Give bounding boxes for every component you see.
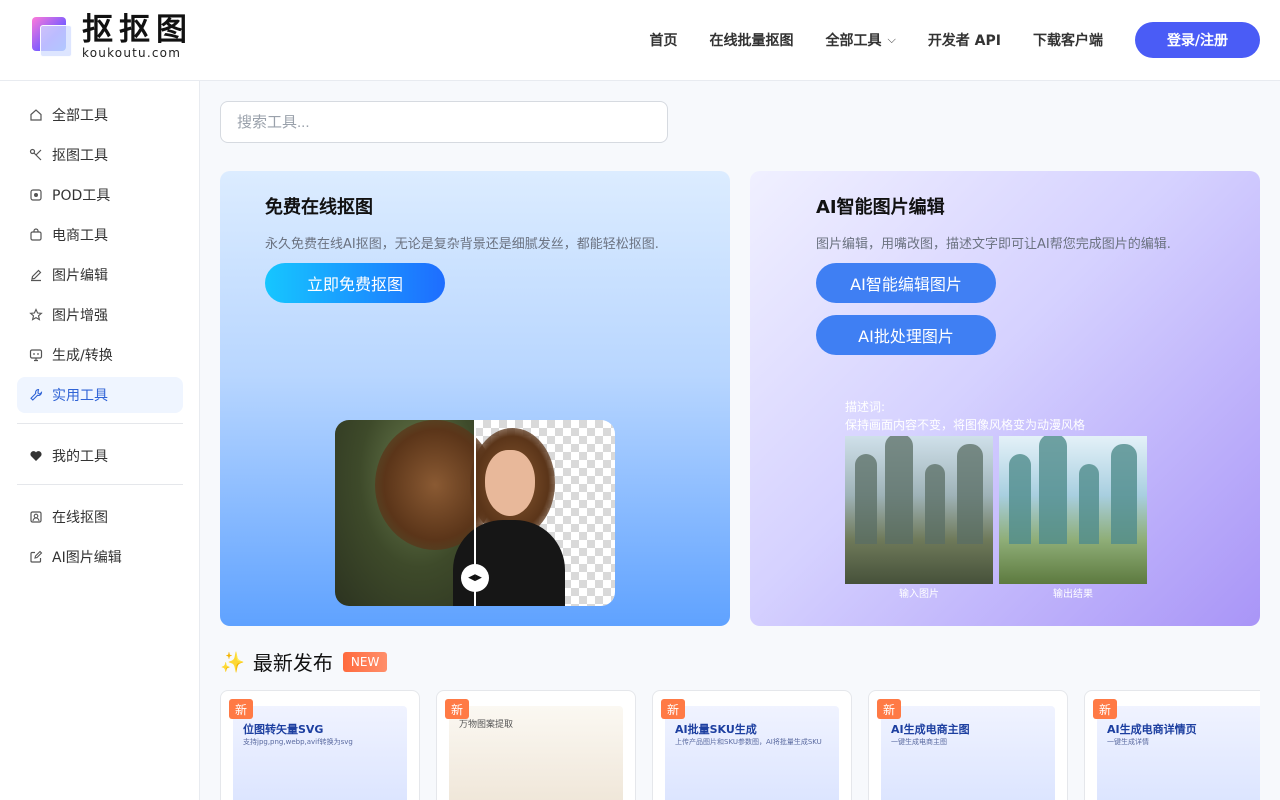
ai-batch-process-button[interactable]: AI批处理图片 — [816, 315, 996, 355]
home-icon — [28, 107, 44, 123]
nav-batch-cutout[interactable]: 在线批量抠图 — [709, 22, 793, 58]
new-badge: 新 — [1093, 699, 1117, 719]
scissors-icon — [28, 147, 44, 163]
nav-download-client-label: 下载客户端 — [1033, 33, 1103, 49]
tool-card-bitmap-to-svg[interactable]: 新 位图转矢量SVG 支持jpg,png,webp,avif转换为svg — [220, 690, 420, 800]
tool-card-title: AI生成电商详情页 — [1107, 723, 1197, 736]
sidebar-item-cutout-tools[interactable]: 抠图工具 — [17, 137, 183, 173]
sidebar-item-label: AI图片编辑 — [52, 550, 122, 566]
prompt-content: 保持画面内容不变，将图像风格变为动漫风格 — [845, 418, 1086, 432]
tool-card-subtitle: 一键生成详情 — [1107, 738, 1149, 746]
sidebar-item-my-tools[interactable]: 我的工具 — [17, 438, 183, 474]
tool-card-subtitle: 一键生成电商主图 — [891, 738, 947, 746]
sidebar-item-pod-tools[interactable]: POD工具 — [17, 177, 183, 213]
sidebar-item-label: 抠图工具 — [52, 148, 108, 164]
nav-all-tools[interactable]: 全部工具 ⌵ — [825, 22, 895, 58]
login-register-button[interactable]: 登录/注册 — [1135, 22, 1260, 58]
sidebar-item-label: 图片编辑 — [52, 268, 108, 284]
sidebar-item-all-tools[interactable]: 全部工具 — [17, 97, 183, 133]
latest-tools-row: 新 位图转矢量SVG 支持jpg,png,webp,avif转换为svg 新 万… — [220, 690, 1260, 800]
edit-square-icon — [28, 549, 44, 565]
portrait-icon — [28, 509, 44, 525]
sidebar: 全部工具 抠图工具 POD工具 电商工具 图片编辑 图片增强 生成/转换 实用工… — [0, 81, 200, 800]
top-header: 抠抠图 koukoutu.com 首页 在线批量抠图 全部工具 ⌵ 开发者 API… — [0, 0, 1280, 81]
sparkle-icon: ✨ — [220, 649, 245, 674]
tool-card-subtitle: 上传产品图片和SKU参数图，AI将批量生成SKU — [675, 738, 822, 746]
star-icon — [28, 307, 44, 323]
tool-card-subtitle: 支持jpg,png,webp,avif转换为svg — [243, 738, 353, 746]
sidebar-item-label: 我的工具 — [52, 449, 108, 465]
new-badge: 新 — [661, 699, 685, 719]
pencil-icon — [28, 267, 44, 283]
new-badge: 新 — [877, 699, 901, 719]
sidebar-item-label: POD工具 — [52, 188, 111, 204]
compare-slider-handle[interactable]: ◀▶ — [461, 564, 489, 592]
shopping-bag-icon — [28, 227, 44, 243]
chevron-down-icon: ⌵ — [887, 33, 896, 46]
sidebar-divider — [17, 423, 183, 424]
sidebar-item-label: 电商工具 — [52, 228, 108, 244]
tool-card-pattern-extract[interactable]: 新 万物图案提取 — [436, 690, 636, 800]
sidebar-item-image-enhance[interactable]: 图片增强 — [17, 297, 183, 333]
nav-batch-cutout-label: 在线批量抠图 — [709, 33, 794, 49]
sidebar-link-ai-image-edit[interactable]: AI图片编辑 — [17, 539, 183, 575]
prompt-title: 描述词: — [845, 400, 886, 414]
logo-domain: koukoutu.com — [82, 46, 182, 60]
ai-edit-title: AI智能图片编辑 — [816, 197, 945, 218]
sidebar-item-ecommerce-tools[interactable]: 电商工具 — [17, 217, 183, 253]
latest-release-title: 最新发布 — [252, 651, 333, 675]
sidebar-divider — [17, 484, 183, 485]
ai-edit-card: AI智能图片编辑 图片编辑，用嘴改图，描述文字即可让AI帮您完成图片的编辑. A… — [750, 171, 1260, 626]
monitor-icon — [28, 347, 44, 363]
heart-icon — [28, 448, 44, 464]
portrait-face — [485, 450, 535, 516]
cutout-compare-image: ◀▶ — [335, 420, 615, 606]
sidebar-link-online-cutout[interactable]: 在线抠图 — [17, 499, 183, 535]
sidebar-item-utility-tools[interactable]: 实用工具 — [17, 377, 183, 413]
tool-card-ai-ecommerce-detail[interactable]: 新 AI生成电商详情页 一键生成详情 — [1084, 690, 1260, 800]
sidebar-item-label: 生成/转换 — [52, 348, 113, 364]
new-badge: 新 — [445, 699, 469, 719]
ai-smart-edit-button[interactable]: AI智能编辑图片 — [816, 263, 996, 303]
free-cutout-description: 永久免费在线AI抠图，无论是复杂背景还是细腻发丝，都能轻松抠图. — [265, 237, 659, 252]
sidebar-item-generate-convert[interactable]: 生成/转换 — [17, 337, 183, 373]
new-badge: NEW — [342, 651, 388, 672]
tool-card-title: 万物图案提取 — [459, 720, 514, 730]
tool-card-title: AI生成电商主图 — [891, 723, 970, 736]
output-image-caption: 输出结果 — [1053, 589, 1093, 600]
sidebar-item-label: 实用工具 — [52, 388, 108, 404]
logo-icon — [32, 17, 72, 57]
tool-card-title: AI批量SKU生成 — [675, 723, 757, 736]
nav-download-client[interactable]: 下载客户端 — [1033, 22, 1103, 58]
free-cutout-title: 免费在线抠图 — [265, 197, 373, 218]
prompt-text: 描述词: 保持画面内容不变，将图像风格变为动漫风格 — [845, 398, 1085, 434]
sidebar-item-label: 图片增强 — [52, 308, 108, 324]
free-cutout-card: 免费在线抠图 永久免费在线AI抠图，无论是复杂背景还是细腻发丝，都能轻松抠图. … — [220, 171, 730, 626]
nav-home-label: 首页 — [649, 33, 678, 49]
sidebar-item-image-edit[interactable]: 图片编辑 — [17, 257, 183, 293]
nav-developer-api-label: 开发者 API — [927, 33, 1001, 49]
sidebar-item-label: 全部工具 — [52, 108, 108, 124]
tool-card-ai-batch-sku[interactable]: 新 AI批量SKU生成 上传产品图片和SKU参数图，AI将批量生成SKU — [652, 690, 852, 800]
nav-all-tools-label: 全部工具 — [825, 33, 882, 49]
latest-release-header: ✨ 最新发布 NEW — [220, 647, 388, 676]
wrench-icon — [28, 387, 44, 403]
tool-card-ai-ecommerce-main[interactable]: 新 AI生成电商主图 一键生成电商主图 — [868, 690, 1068, 800]
tool-card-title: 位图转矢量SVG — [243, 723, 324, 736]
site-logo[interactable]: 抠抠图 koukoutu.com — [32, 14, 193, 60]
nav-home[interactable]: 首页 — [649, 22, 677, 58]
nav-developer-api[interactable]: 开发者 API — [928, 22, 1001, 58]
new-badge: 新 — [229, 699, 253, 719]
shirt-icon — [28, 187, 44, 203]
output-image — [999, 436, 1147, 584]
free-cutout-button[interactable]: 立即免费抠图 — [265, 263, 445, 303]
logo-chinese-name: 抠抠图 — [82, 12, 193, 48]
sidebar-item-label: 在线抠图 — [52, 510, 108, 526]
ai-edit-description: 图片编辑，用嘴改图，描述文字即可让AI帮您完成图片的编辑. — [816, 237, 1171, 252]
search-input[interactable] — [220, 101, 668, 143]
input-image-caption: 输入图片 — [899, 589, 939, 600]
portrait-body — [453, 520, 565, 606]
top-nav: 首页 在线批量抠图 全部工具 ⌵ 开发者 API 下载客户端 登录/注册 — [649, 22, 1260, 58]
input-image — [845, 436, 993, 584]
